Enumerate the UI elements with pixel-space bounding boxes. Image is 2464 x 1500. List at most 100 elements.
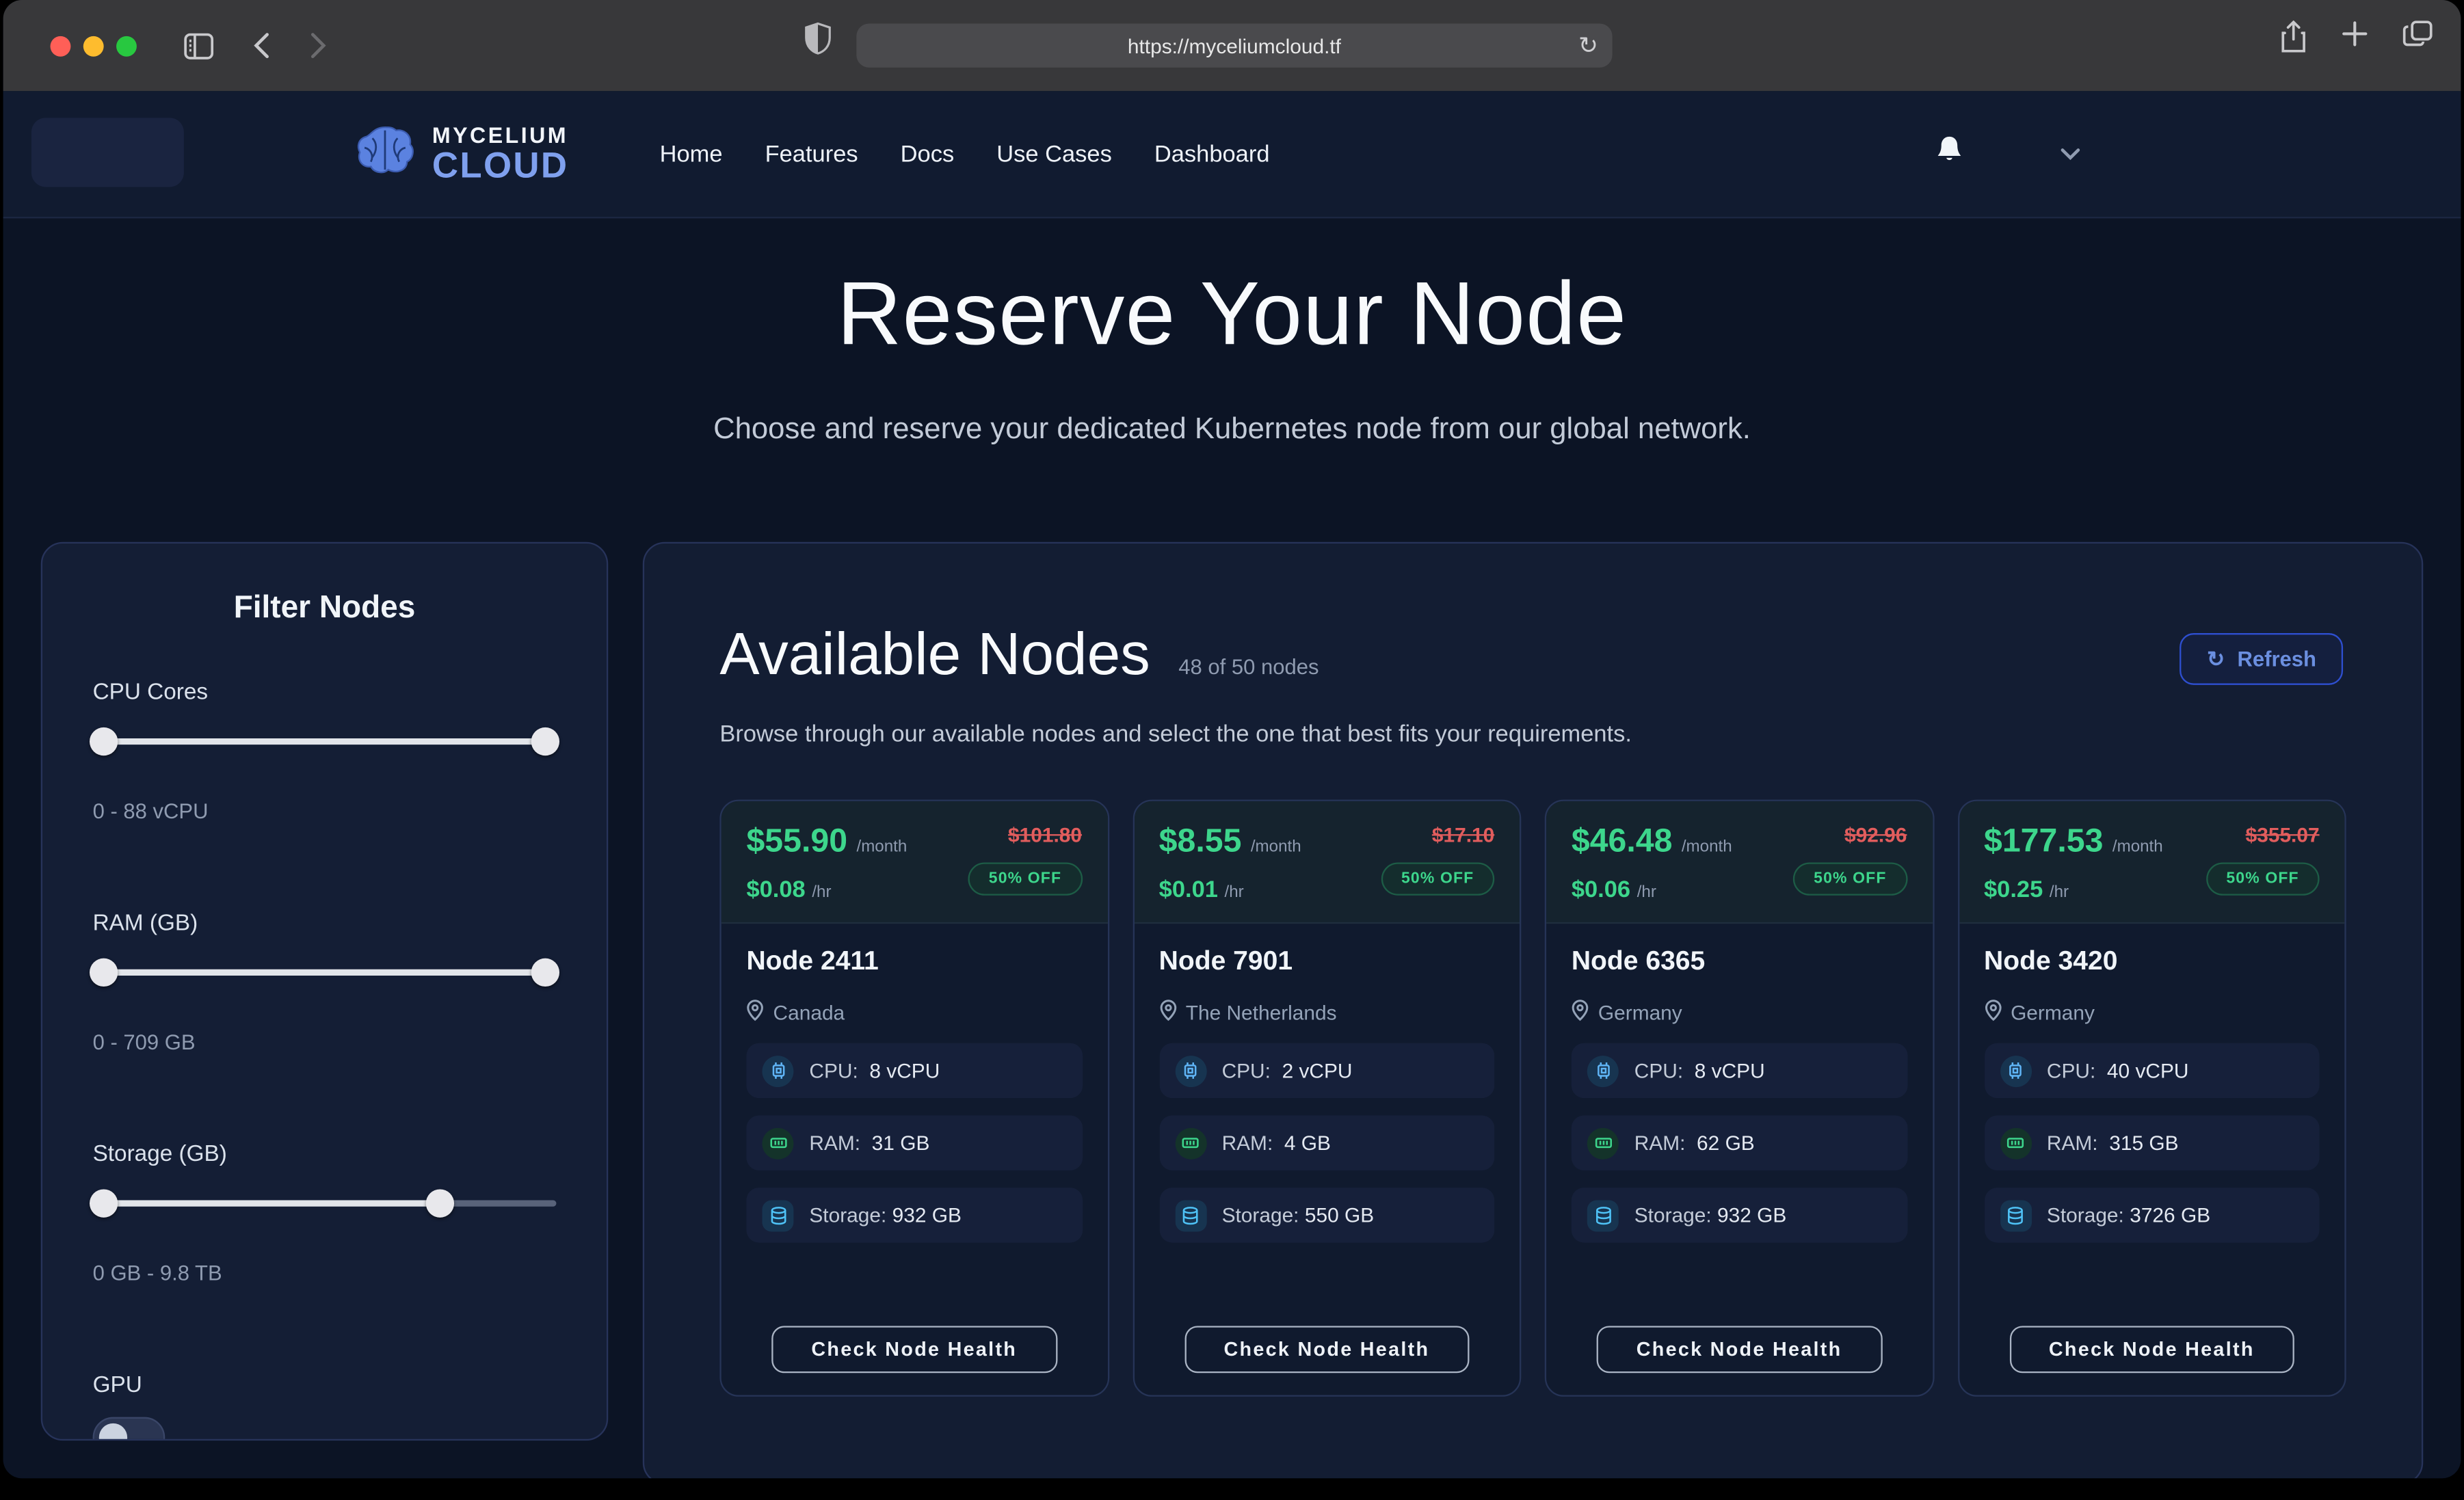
storage-slider-track[interactable] <box>93 1201 557 1207</box>
cpu-value: 8 vCPU <box>869 1059 940 1082</box>
nodes-title: Available Nodes <box>719 622 1150 690</box>
share-icon[interactable] <box>2280 21 2307 62</box>
tab-overview-icon[interactable] <box>2402 21 2433 62</box>
cpu-slider-min-thumb[interactable] <box>90 727 118 755</box>
nav-link-docs[interactable]: Docs <box>901 141 955 168</box>
brand-logo[interactable]: MYCELIUM CLOUD <box>352 122 569 186</box>
ram-slider-track[interactable] <box>93 969 557 976</box>
card-pricing: $46.48 /month $0.06 /hr $92.96 50% OFF <box>1546 801 1932 924</box>
cpu-icon <box>1175 1055 1206 1086</box>
check-node-health-button[interactable]: Check Node Health <box>1184 1326 1469 1373</box>
close-window-button[interactable] <box>51 36 71 56</box>
nav-link-dashboard[interactable]: Dashboard <box>1154 141 1270 168</box>
ram-icon <box>1587 1127 1619 1159</box>
ram-value: 4 GB <box>1284 1131 1331 1154</box>
storage-label: Storage (GB) <box>93 1142 557 1168</box>
storage-icon <box>762 1199 793 1231</box>
storage-key: Storage: <box>2047 1203 2124 1227</box>
storage-value: 932 GB <box>892 1203 962 1227</box>
browser-window: https://myceliumcloud.tf ↻ <box>3 0 2461 1478</box>
cpu-icon <box>2000 1055 2031 1086</box>
node-name: Node 3420 <box>1984 946 2320 977</box>
cpu-slider-track[interactable] <box>93 738 557 745</box>
ram-key: RAM: <box>809 1131 860 1154</box>
cpu-range-value: 0 - 88 vCPU <box>93 800 557 823</box>
address-bar[interactable]: https://myceliumcloud.tf ↻ <box>856 23 1612 67</box>
storage-value: 3726 GB <box>2130 1203 2210 1227</box>
ram-spec-row: RAM: 315 GB <box>1984 1115 2320 1170</box>
gpu-label: GPU <box>93 1373 557 1398</box>
storage-range-value: 0 GB - 9.8 TB <box>93 1261 557 1285</box>
back-button-icon[interactable] <box>237 22 284 69</box>
content-row: Filter Nodes CPU Cores 0 - 88 vCPU RAM (… <box>3 542 2461 1479</box>
nav-link-use-cases[interactable]: Use Cases <box>996 141 1112 168</box>
cpu-key: CPU: <box>2047 1059 2095 1082</box>
new-tab-icon[interactable] <box>2342 21 2368 62</box>
node-location: Germany <box>2011 1001 2095 1024</box>
card-body: Node 7901 The Netherlands CPU: 2 vCPU <box>1134 924 1520 1395</box>
page: MYCELIUM CLOUD Home Features Docs Use Ca… <box>3 91 2461 1478</box>
cpu-cores-slider[interactable] <box>93 727 557 755</box>
node-card: $46.48 /month $0.06 /hr $92.96 50% OFF N… <box>1545 800 1934 1397</box>
minimize-window-button[interactable] <box>83 36 104 56</box>
node-location: Canada <box>773 1001 845 1024</box>
hourly-price: $0.06 <box>1572 876 1630 903</box>
cpu-slider-max-thumb[interactable] <box>531 727 559 755</box>
ram-slider[interactable] <box>93 959 557 987</box>
forward-button-icon[interactable] <box>294 22 341 69</box>
screen: https://myceliumcloud.tf ↻ <box>0 0 2464 1500</box>
cpu-cores-label: CPU Cores <box>93 680 557 706</box>
monthly-price: $177.53 <box>1984 823 2103 859</box>
discount-badge: 50% OFF <box>2205 863 2319 896</box>
ram-key: RAM: <box>1634 1131 1686 1154</box>
reload-icon[interactable]: ↻ <box>1578 34 1598 57</box>
storage-spec-row: Storage: 932 GB <box>746 1188 1082 1242</box>
location-pin-icon <box>1984 999 2001 1026</box>
ram-slider-min-thumb[interactable] <box>90 959 118 987</box>
nav-link-home[interactable]: Home <box>660 141 723 168</box>
brain-logo-icon <box>352 122 419 186</box>
storage-slider[interactable] <box>93 1189 557 1217</box>
brand-name-top: MYCELIUM <box>432 124 568 146</box>
ram-value: 315 GB <box>2109 1131 2178 1154</box>
storage-value: 932 GB <box>1717 1203 1786 1227</box>
ram-value: 31 GB <box>872 1131 930 1154</box>
cpu-spec-row: CPU: 40 vCPU <box>1984 1043 2320 1098</box>
storage-icon <box>1175 1199 1206 1231</box>
sidebar-toggle-icon[interactable] <box>174 22 222 69</box>
ram-value: 62 GB <box>1697 1131 1755 1154</box>
storage-spec-row: Storage: 3726 GB <box>1984 1188 2320 1242</box>
filter-panel: Filter Nodes CPU Cores 0 - 88 vCPU RAM (… <box>41 542 609 1441</box>
ram-key: RAM: <box>2047 1131 2098 1154</box>
original-price: $101.80 <box>1008 823 1082 846</box>
page-subtitle: Choose and reserve your dedicated Kubern… <box>3 413 2461 448</box>
account-chevron-down-icon[interactable] <box>2060 140 2080 168</box>
per-month-label: /month <box>2112 838 2163 857</box>
refresh-button[interactable]: ↻ Refresh <box>2180 633 2343 685</box>
check-node-health-button[interactable]: Check Node Health <box>1597 1326 1882 1373</box>
nodes-header: Available Nodes 48 of 50 nodes <box>719 622 2346 690</box>
nav-link-features[interactable]: Features <box>765 141 858 168</box>
node-location: The Netherlands <box>1186 1001 1337 1024</box>
notifications-bell-icon[interactable] <box>1936 135 1963 173</box>
discount-badge: 50% OFF <box>1381 863 1494 896</box>
card-pricing: $177.53 /month $0.25 /hr $355.07 50% OFF <box>1959 801 2344 924</box>
nav-right <box>1936 135 2080 173</box>
card-body: Node 6365 Germany CPU: 8 vCPU <box>1546 924 1932 1395</box>
gpu-toggle[interactable] <box>93 1417 165 1441</box>
page-title: Reserve Your Node <box>3 263 2461 366</box>
site-navbar: MYCELIUM CLOUD Home Features Docs Use Ca… <box>3 91 2461 218</box>
cpu-spec-row: CPU: 2 vCPU <box>1159 1043 1495 1098</box>
check-node-health-button[interactable]: Check Node Health <box>771 1326 1057 1373</box>
check-node-health-button[interactable]: Check Node Health <box>2009 1326 2294 1373</box>
storage-slider-min-thumb[interactable] <box>90 1189 118 1217</box>
navbar-placeholder-box <box>31 118 184 187</box>
storage-slider-max-thumb[interactable] <box>426 1189 454 1217</box>
privacy-shield-icon[interactable] <box>804 22 831 63</box>
ram-slider-max-thumb[interactable] <box>531 959 559 987</box>
filter-group-ram: RAM (GB) 0 - 709 GB <box>93 911 557 1054</box>
cpu-key: CPU: <box>1634 1059 1683 1082</box>
zoom-window-button[interactable] <box>116 36 137 56</box>
address-bar-url: https://myceliumcloud.tf <box>1128 34 1341 57</box>
storage-key: Storage: <box>1222 1203 1299 1227</box>
